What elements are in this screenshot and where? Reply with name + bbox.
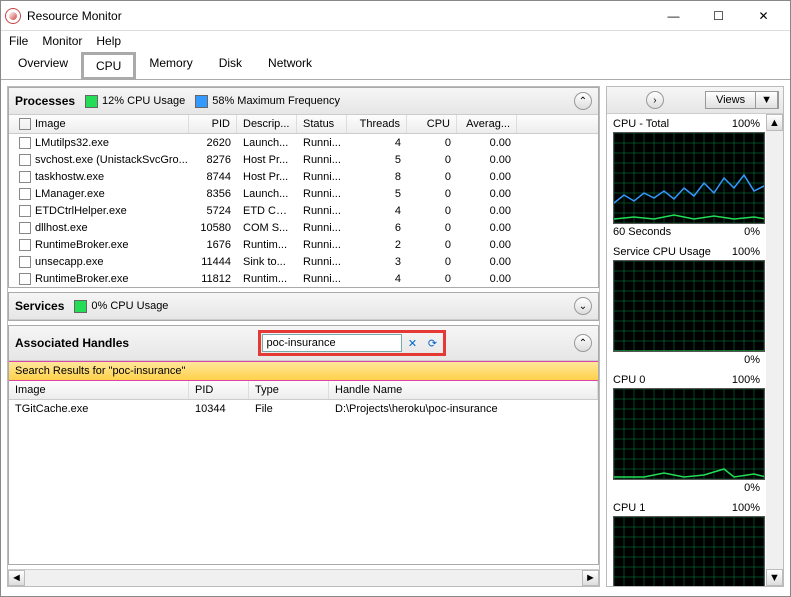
chart-block: CPU - Total 100% 60 Seconds 0% [607, 114, 766, 242]
chart-footer-right: 0% [744, 354, 760, 366]
table-row[interactable]: RuntimeBroker.exe11812Runtim...Runni...4… [9, 270, 598, 287]
table-row[interactable]: dllhost.exe10580COM S...Runni...600.00 [9, 219, 598, 236]
window-title: Resource Monitor [27, 9, 651, 23]
chevron-down-icon: ▼ [756, 92, 778, 108]
scroll-down-button[interactable]: ▼ [766, 569, 783, 586]
services-cpu-icon [74, 300, 87, 313]
titlebar: Resource Monitor — ☐ ✕ [1, 1, 790, 31]
chart-canvas [613, 516, 765, 586]
table-row[interactable]: svchost.exe (UnistackSvcGro...8276Host P… [9, 151, 598, 168]
tab-memory[interactable]: Memory [136, 51, 205, 79]
chart-footer-right: 0% [744, 226, 760, 238]
chart-block: CPU 0 100% 0% [607, 370, 766, 498]
scroll-left-button[interactable]: ◄ [8, 570, 25, 586]
refresh-search-button[interactable]: ⟳ [424, 335, 442, 351]
row-checkbox[interactable] [19, 137, 31, 149]
close-button[interactable]: ✕ [741, 1, 786, 31]
chart-max: 100% [732, 246, 760, 258]
row-checkbox[interactable] [19, 256, 31, 268]
scroll-right-button[interactable]: ► [582, 570, 599, 586]
cpu-usage-label: 12% CPU Usage [102, 95, 185, 107]
expand-services-button[interactable]: ⌄ [574, 297, 592, 315]
collapse-processes-button[interactable]: ⌃ [574, 92, 592, 110]
charts-header: › Views ▼ [607, 87, 783, 114]
collapse-handles-button[interactable]: ⌃ [574, 334, 592, 352]
tab-network[interactable]: Network [255, 51, 325, 79]
table-row[interactable]: RuntimeBroker.exe1676Runtim...Runni...20… [9, 236, 598, 253]
chart-footer-left: 60 Seconds [613, 226, 671, 238]
services-title: Services [15, 299, 64, 313]
chart-title: Service CPU Usage [613, 246, 711, 258]
select-all-checkbox[interactable] [19, 118, 31, 130]
horizontal-scrollbar[interactable]: ◄ ► [8, 569, 599, 586]
handles-table-header: Image PID Type Handle Name [9, 381, 598, 400]
menubar: File Monitor Help [1, 31, 790, 51]
processes-title: Processes [15, 94, 75, 108]
tab-disk[interactable]: Disk [206, 51, 255, 79]
vertical-scrollbar[interactable]: ▲ ▼ [766, 114, 783, 586]
scroll-up-button[interactable]: ▲ [766, 114, 783, 131]
app-icon [5, 8, 21, 24]
row-checkbox[interactable] [19, 239, 31, 251]
handles-title: Associated Handles [15, 336, 129, 350]
max-freq-label: 58% Maximum Frequency [212, 95, 340, 107]
max-freq-icon [195, 95, 208, 108]
tab-cpu[interactable]: CPU [81, 52, 136, 80]
chart-title: CPU - Total [613, 118, 669, 130]
search-results-bar: Search Results for "poc-insurance" [9, 361, 598, 381]
processes-table-header: Image PID Descrip... Status Threads CPU … [9, 115, 598, 134]
charts-container: CPU - Total100%60 Seconds0%Service CPU U… [607, 114, 766, 586]
maximize-button[interactable]: ☐ [696, 1, 741, 31]
menu-help[interactable]: Help [96, 34, 121, 48]
chart-title: CPU 0 [613, 374, 645, 386]
row-checkbox[interactable] [19, 205, 31, 217]
table-row[interactable]: LManager.exe8356Launch...Runni...500.00 [9, 185, 598, 202]
chart-max: 100% [732, 502, 760, 514]
collapse-charts-button[interactable]: › [646, 91, 664, 109]
chart-canvas [613, 132, 765, 224]
row-checkbox[interactable] [19, 222, 31, 234]
chart-canvas [613, 388, 765, 480]
minimize-button[interactable]: — [651, 1, 696, 31]
handles-search-input[interactable] [262, 334, 402, 352]
processes-panel: Processes 12% CPU Usage 58% Maximum Freq… [8, 87, 599, 288]
chart-block: Service CPU Usage 100% 0% [607, 242, 766, 370]
row-checkbox[interactable] [19, 154, 31, 166]
handles-table-body: TGitCache.exe10344FileD:\Projects\heroku… [9, 400, 598, 564]
tab-overview[interactable]: Overview [5, 51, 81, 79]
chart-block: CPU 1 100% [607, 498, 766, 586]
processes-table-body: LMutilps32.exe2620Launch...Runni...400.0… [9, 134, 598, 287]
clear-search-button[interactable]: ✕ [404, 335, 422, 351]
row-checkbox[interactable] [19, 188, 31, 200]
cpu-usage-icon [85, 95, 98, 108]
services-panel: Services 0% CPU Usage ⌄ [8, 292, 599, 321]
table-row[interactable]: taskhostw.exe8744Host Pr...Runni...800.0… [9, 168, 598, 185]
menu-monitor[interactable]: Monitor [42, 34, 82, 48]
chart-canvas [613, 260, 765, 352]
row-checkbox[interactable] [19, 273, 31, 285]
chart-max: 100% [732, 374, 760, 386]
chart-max: 100% [732, 118, 760, 130]
handles-panel: Associated Handles ✕ ⟳ ⌃ Search Results … [8, 325, 599, 565]
menu-file[interactable]: File [9, 34, 28, 48]
search-highlight: ✕ ⟳ [258, 330, 446, 356]
table-row[interactable]: ETDCtrlHelper.exe5724ETD Co...Runni...40… [9, 202, 598, 219]
table-row[interactable]: TGitCache.exe10344FileD:\Projects\heroku… [9, 400, 598, 417]
services-cpu-label: 0% CPU Usage [91, 300, 168, 312]
tabs: Overview CPU Memory Disk Network [1, 51, 790, 80]
table-row[interactable]: LMutilps32.exe2620Launch...Runni...400.0… [9, 134, 598, 151]
chart-title: CPU 1 [613, 502, 645, 514]
views-dropdown[interactable]: Views ▼ [705, 91, 779, 109]
table-row[interactable]: unsecapp.exe11444Sink to...Runni...300.0… [9, 253, 598, 270]
chart-footer-right: 0% [744, 482, 760, 494]
row-checkbox[interactable] [19, 171, 31, 183]
